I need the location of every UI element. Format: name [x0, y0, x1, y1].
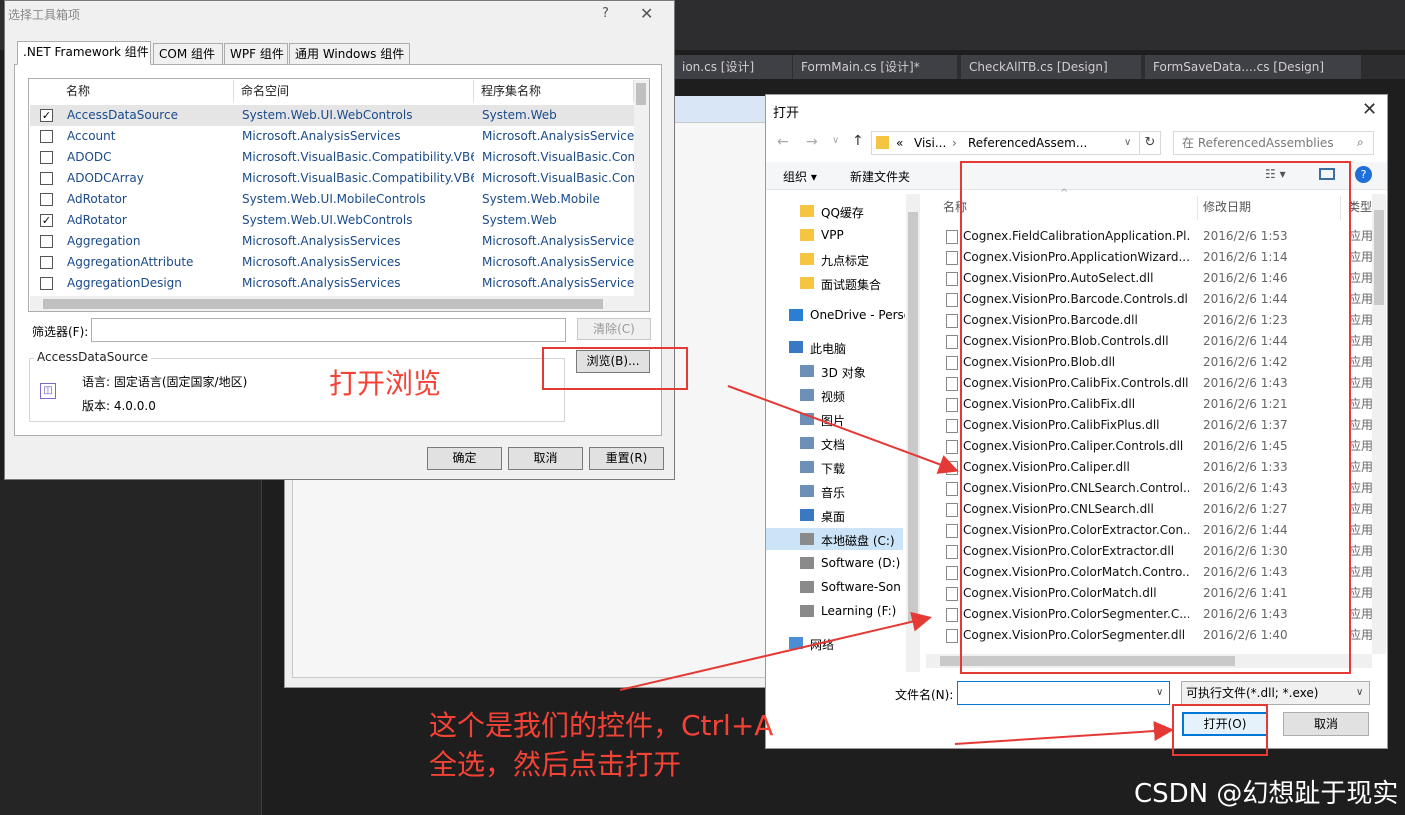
annotation-arrows: [619, 385, 1174, 745]
arrow-to-file-list: [727, 385, 959, 474]
watermark: CSDN @幻想趾于现实: [1134, 779, 1399, 809]
arrow-to-open-button: [954, 721, 1174, 745]
arrow-to-files: [619, 611, 932, 691]
